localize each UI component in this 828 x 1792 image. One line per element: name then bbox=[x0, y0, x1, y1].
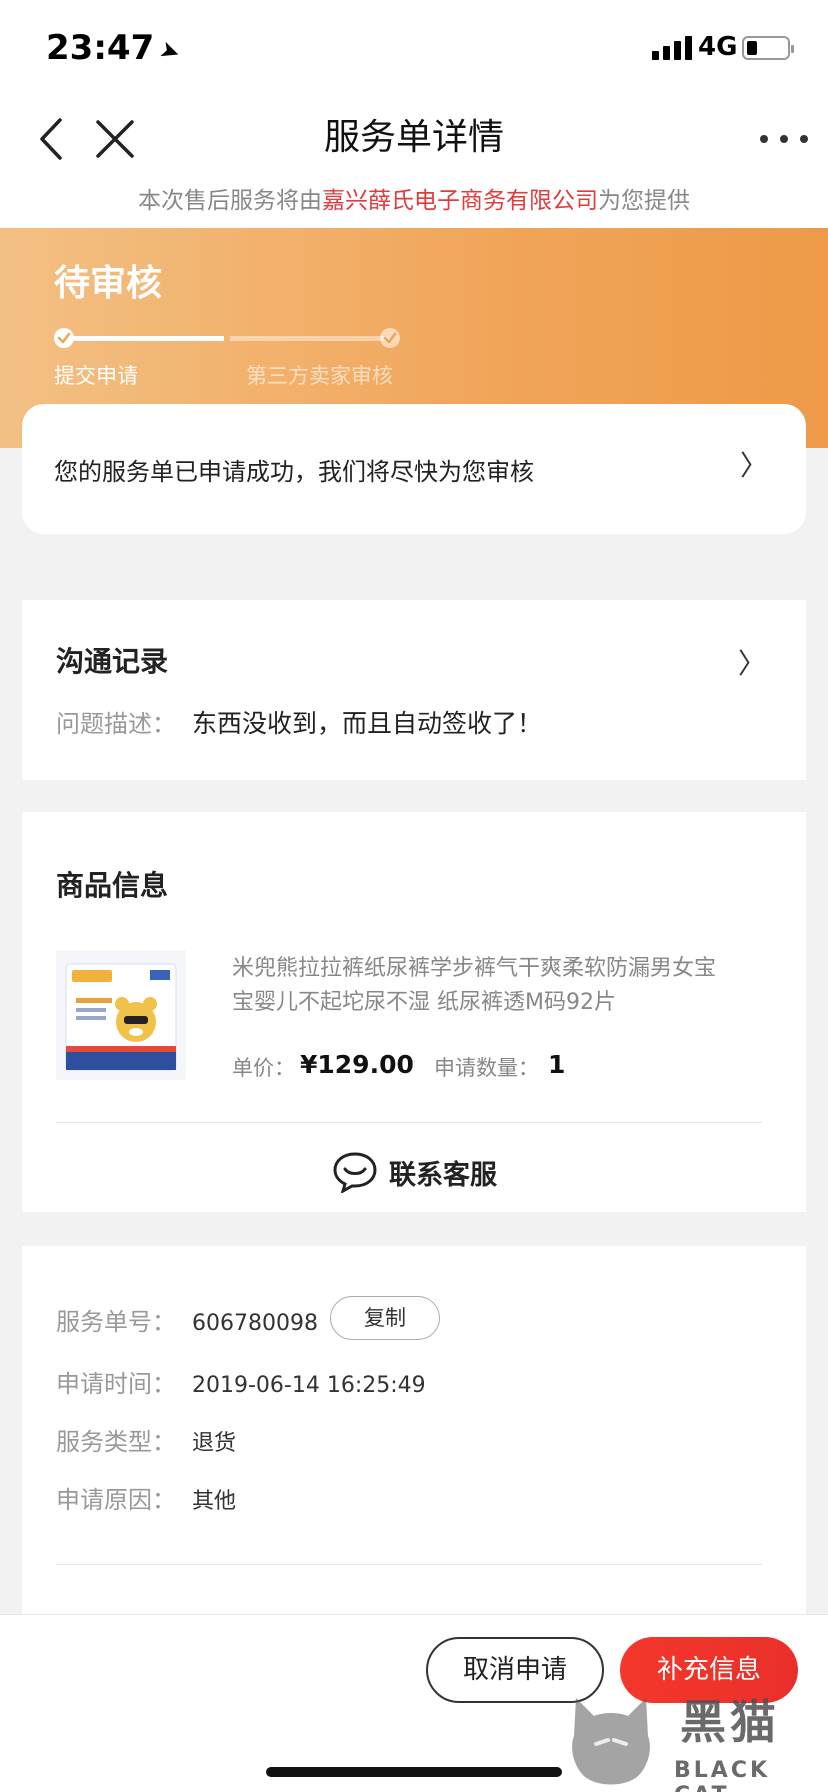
more-button[interactable] bbox=[756, 114, 812, 164]
copy-button[interactable]: 复制 bbox=[330, 1296, 440, 1340]
status-bar: 23:47➤ 4G bbox=[0, 0, 828, 100]
divider bbox=[56, 1122, 762, 1123]
blackcat-watermark: 黑猫 BLACK CAT bbox=[556, 1686, 828, 1792]
location-arrow-icon: ➤ bbox=[156, 34, 185, 68]
step-label-review: 第三方卖家审核 bbox=[246, 364, 393, 388]
reason-row: 申请原因： 其他 bbox=[56, 1480, 236, 1515]
service-type-row: 服务类型： 退货 bbox=[56, 1422, 236, 1457]
step-check-icon bbox=[54, 328, 74, 348]
watermark-subtitle: BLACK CAT bbox=[674, 1758, 771, 1792]
progress-line-done bbox=[66, 336, 224, 341]
product-image[interactable] bbox=[56, 950, 186, 1080]
order-number-label: 服务单号： bbox=[56, 1308, 176, 1336]
black-cat-logo-icon bbox=[572, 1698, 650, 1785]
product-card: 商品信息 米兜熊拉拉裤纸尿裤学步裤气干爽柔软防漏男女宝宝婴儿不起坨尿不湿 纸尿裤… bbox=[22, 812, 806, 1212]
product-name[interactable]: 米兜熊拉拉裤纸尿裤学步裤气干爽柔软防漏男女宝宝婴儿不起坨尿不湿 纸尿裤透M码92… bbox=[232, 952, 732, 1020]
more-dots-icon bbox=[760, 135, 808, 143]
nav-bar: 服务单详情 bbox=[0, 100, 828, 180]
contact-service-label: 联系客服 bbox=[389, 1159, 497, 1191]
service-type-value: 退货 bbox=[192, 1431, 237, 1456]
page-title: 服务单详情 bbox=[323, 117, 504, 158]
status-message: 您的服务单已申请成功，我们将尽快为您审核 bbox=[54, 458, 534, 486]
communication-title: 沟通记录 bbox=[56, 645, 169, 678]
provider-prefix: 本次售后服务将由 bbox=[138, 188, 322, 214]
step-pending-check-icon bbox=[380, 328, 400, 348]
order-number-value: 606780098 bbox=[192, 1311, 318, 1336]
chevron-right-icon: 〉 bbox=[740, 449, 769, 482]
divider bbox=[56, 1564, 762, 1565]
battery-icon bbox=[742, 36, 794, 60]
service-info-card: 服务单号： 606780098 复制 申请时间： 2019-06-14 16:25:… bbox=[22, 1246, 806, 1626]
product-section-title: 商品信息 bbox=[56, 869, 169, 902]
quantity-value: 1 bbox=[548, 1050, 566, 1079]
price-value: ¥129.00 bbox=[300, 1050, 414, 1079]
communication-card[interactable]: 沟通记录 〉 问题描述： 东西没收到，而且自动签收了！ bbox=[22, 600, 806, 780]
progress-line-pending bbox=[230, 336, 390, 341]
order-number-row: 服务单号： 606780098 bbox=[56, 1302, 318, 1337]
provider-line: 本次售后服务将由嘉兴薛氏电子商务有限公司为您提供 bbox=[0, 180, 828, 228]
customer-service-icon bbox=[333, 1152, 377, 1193]
watermark-title: 黑猫 bbox=[680, 1695, 780, 1749]
provider-company[interactable]: 嘉兴薛氏电子商务有限公司 bbox=[322, 188, 598, 214]
provider-suffix: 为您提供 bbox=[598, 188, 690, 214]
step-label-submit: 提交申请 bbox=[54, 364, 138, 388]
apply-time-label: 申请时间： bbox=[56, 1370, 176, 1398]
reason-value: 其他 bbox=[192, 1489, 237, 1514]
status-time-text: 23:47 bbox=[46, 28, 155, 68]
issue-label: 问题描述： bbox=[56, 710, 176, 738]
status-message-card[interactable]: 您的服务单已申请成功，我们将尽快为您审核 〉 bbox=[22, 404, 806, 534]
home-indicator[interactable] bbox=[266, 1767, 562, 1777]
network-type: 4G bbox=[698, 32, 738, 62]
reason-label: 申请原因： bbox=[56, 1486, 176, 1514]
status-time: 23:47➤ bbox=[46, 28, 185, 68]
apply-time-value: 2019-06-14 16:25:49 bbox=[192, 1373, 426, 1398]
contact-service-button[interactable]: 联系客服 bbox=[22, 1142, 806, 1202]
status-title: 待审核 bbox=[54, 263, 163, 304]
apply-time-row: 申请时间： 2019-06-14 16:25:49 bbox=[56, 1364, 426, 1399]
issue-description: 东西没收到，而且自动签收了！ bbox=[192, 709, 543, 738]
quantity-label: 申请数量： bbox=[434, 1056, 539, 1080]
signal-strength-icon bbox=[652, 34, 692, 60]
service-type-label: 服务类型： bbox=[56, 1428, 176, 1456]
chevron-right-icon: 〉 bbox=[738, 647, 767, 680]
price-label: 单价： bbox=[232, 1056, 295, 1080]
